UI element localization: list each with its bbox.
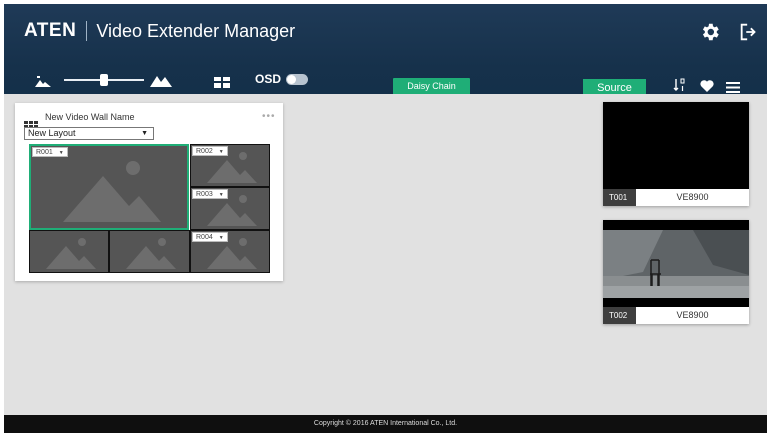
receiver-tag[interactable]: R003 ▼ <box>192 189 228 199</box>
receiver-tag[interactable]: R001 ▼ <box>32 147 68 157</box>
app-title: Video Extender Manager <box>96 20 296 41</box>
osd-toggle-knob <box>287 75 296 84</box>
brand-separator <box>86 21 88 41</box>
zoom-in-mountain-large-icon[interactable] <box>150 73 172 87</box>
zoom-slider-thumb[interactable] <box>100 74 108 86</box>
source-preview-image <box>603 220 749 307</box>
video-wall-card[interactable]: New Video Wall Name ••• New Layout ▼ R00… <box>15 103 283 281</box>
screen-bottom-left[interactable] <box>29 230 109 273</box>
more-options-icon[interactable]: ••• <box>262 111 276 122</box>
brand: ATEN Video Extender Manager <box>24 19 295 43</box>
chevron-down-icon: ▼ <box>141 130 148 137</box>
receiver-id: R002 <box>196 148 213 155</box>
screen-bottom-middle[interactable] <box>109 230 190 273</box>
app-window: ATEN Video Extender Manager OSD Daisy Ch… <box>0 0 768 433</box>
hamburger-menu-icon[interactable] <box>726 80 740 93</box>
screen-r002[interactable]: R002 ▼ <box>190 144 270 187</box>
video-wall-name[interactable]: New Video Wall Name <box>45 112 135 122</box>
chevron-down-icon: ▼ <box>218 149 224 155</box>
footer-copyright: Copyright © 2016 ATEN International Co.,… <box>4 415 767 433</box>
receiver-tag[interactable]: R004 ▼ <box>192 232 228 242</box>
osd-toggle[interactable] <box>286 74 308 85</box>
source-model: VE8900 <box>676 192 709 202</box>
source-id: T002 <box>603 307 636 324</box>
header-bar: ATEN Video Extender Manager OSD Daisy Ch… <box>4 4 767 98</box>
screen-r003[interactable]: R003 ▼ <box>190 187 270 230</box>
screen-r001[interactable]: R001 ▼ <box>29 144 189 230</box>
source-preview <box>603 102 749 189</box>
zoom-out-mountain-small-icon[interactable] <box>35 74 51 87</box>
receiver-id: R004 <box>196 234 213 241</box>
screen-r004[interactable]: R004 ▼ <box>190 230 270 273</box>
zoom-slider[interactable] <box>64 74 144 86</box>
chevron-down-icon: ▼ <box>218 235 224 241</box>
source-model: VE8900 <box>676 310 709 320</box>
chevron-down-icon: ▼ <box>58 150 64 156</box>
heart-icon[interactable] <box>700 79 714 92</box>
daisy-chain-button[interactable]: Daisy Chain <box>393 78 470 95</box>
layout-select-value: New Layout <box>28 128 76 138</box>
source-card-t001[interactable]: T001 VE8900 <box>603 102 749 206</box>
osd-label: OSD <box>255 72 282 86</box>
workspace: New Video Wall Name ••• New Layout ▼ R00… <box>4 94 767 415</box>
chevron-down-icon: ▼ <box>218 192 224 198</box>
receiver-id: R001 <box>36 149 53 156</box>
layout-grid-icon[interactable] <box>214 75 230 88</box>
source-id: T001 <box>603 189 636 206</box>
receiver-tag[interactable]: R002 ▼ <box>192 146 228 156</box>
settings-gear-icon[interactable] <box>699 21 721 43</box>
aten-logo: ATEN <box>24 20 77 41</box>
logout-icon[interactable] <box>738 21 760 43</box>
video-wall-grid-icon <box>24 116 38 129</box>
layout-select[interactable]: New Layout ▼ <box>24 127 154 140</box>
sort-icon[interactable] <box>673 78 687 92</box>
source-card-t002[interactable]: T002 VE8900 <box>603 220 749 324</box>
receiver-id: R003 <box>196 191 213 198</box>
